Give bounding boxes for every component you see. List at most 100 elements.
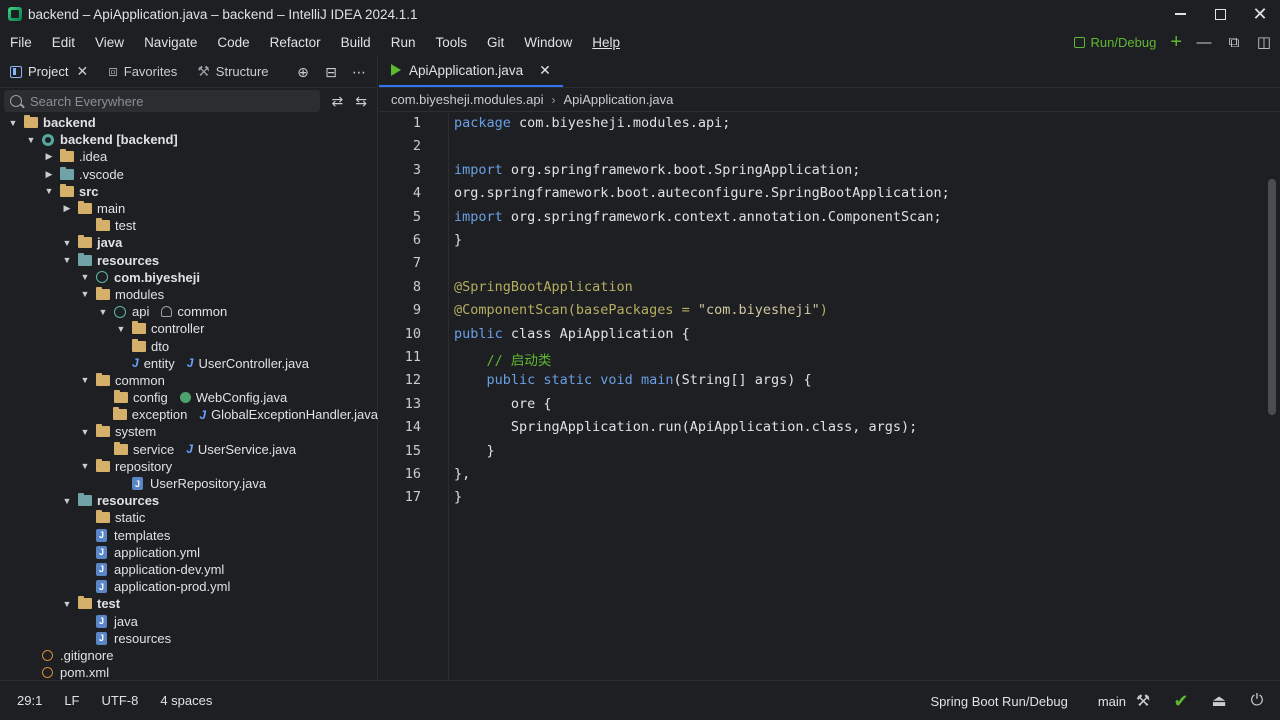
tree-item[interactable]: ▶JUserRepository.java [0,475,378,492]
hammer-icon[interactable]: ⚒ [1134,691,1152,711]
chevron-down-icon[interactable]: ▼ [62,255,72,265]
menu-view[interactable]: View [85,28,134,56]
tree-item[interactable]: ▶JentityJUserController.java [0,355,378,372]
tree-item[interactable]: ▶exceptionJGlobalExceptionHandler.java [0,406,378,423]
tree-item[interactable]: ▼ repository [0,458,378,475]
minimize-panel-icon[interactable]: — [1196,34,1212,51]
git-branch[interactable]: main [1098,694,1126,709]
run-config-status[interactable]: Spring Boot Run/Debug [931,694,1068,709]
menu-tools[interactable]: Tools [425,28,477,56]
tree-item[interactable]: ▶pom.xml [0,664,378,681]
tree-item[interactable]: ▼ resources [0,252,378,269]
minimize-button[interactable] [1160,0,1200,28]
menu-navigate[interactable]: Navigate [134,28,207,56]
menu-file[interactable]: File [0,28,42,56]
code-editor[interactable]: 1 2 3 4 5 6 7 8 9 10 11 12 13 14 15 16 17 package com.bi… [379,113,1280,680]
chevron-down-icon[interactable]: ▼ [8,118,18,128]
tree-item[interactable]: ▶serviceJUserService.java [0,441,378,458]
menu-help[interactable]: Help [582,28,630,56]
maximize-button[interactable] [1200,0,1240,28]
chevron-down-icon[interactable]: ▼ [80,272,90,282]
menu-edit[interactable]: Edit [42,28,85,56]
tree-item[interactable]: ▶Jtemplates [0,527,378,544]
tree-item[interactable]: ▼ controller [0,320,378,337]
tree-item-extra[interactable]: common [161,304,227,319]
tree-item-extra[interactable]: WebConfig.java [179,390,287,405]
run-debug-button[interactable]: Run/Debug [1073,35,1156,50]
search-box[interactable] [4,90,320,112]
file-encoding[interactable]: UTF-8 [101,693,138,708]
menu-code[interactable]: Code [207,28,259,56]
filter-icon[interactable]: ⇆ [355,93,367,110]
tree-item[interactable]: ▶ .vscode [0,166,378,183]
chevron-down-icon[interactable]: ▼ [26,135,36,145]
tree-item[interactable]: ▶Jjava [0,612,378,629]
chevron-down-icon[interactable]: ▼ [62,496,72,506]
chevron-down-icon[interactable]: ▼ [80,461,90,471]
chevron-down-icon[interactable]: ▼ [80,375,90,385]
tree-item[interactable]: ▼ src [0,183,378,200]
chevron-down-icon[interactable]: ▼ [44,186,54,196]
menu-refactor[interactable]: Refactor [260,28,331,56]
more-options-icon[interactable]: ⋯ [351,64,367,81]
tree-item[interactable]: ▼ backend [0,114,378,131]
tree-item[interactable]: ▼ com.biyesheji [0,269,378,286]
caret-position[interactable]: 29:1 [17,693,42,708]
breadcrumb-file[interactable]: ApiApplication.java [563,92,673,107]
notifications-icon[interactable]: ⏏ [1210,691,1228,711]
power-icon[interactable]: ⏻ [1248,692,1266,710]
tree-item-extra[interactable]: J GlobalExceptionHandler.java [199,407,378,422]
tab-project[interactable]: Project ✕ [0,56,98,88]
chevron-down-icon[interactable]: ▼ [62,238,72,248]
chevron-down-icon[interactable]: ▼ [116,324,126,334]
close-window-button[interactable]: ✕ [1240,0,1280,28]
chevron-down-icon[interactable]: ▼ [62,599,72,609]
collapse-all-icon[interactable]: ⊟ [323,64,339,81]
tree-item[interactable]: ▶Japplication-dev.yml [0,561,378,578]
tree-item[interactable]: ▶test [0,217,378,234]
tab-favorites[interactable]: ⧈ Favorites [98,56,187,88]
tree-item[interactable]: ▶dto [0,337,378,354]
tree-item[interactable]: ▼ java [0,234,378,251]
chevron-right-icon[interactable]: ▶ [44,169,54,179]
expand-all-icon[interactable]: ⊕ [295,64,311,81]
tree-item[interactable]: ▼ test [0,595,378,612]
split-view-icon[interactable]: ◫ [1256,33,1272,51]
checkmark-icon[interactable]: ✔ [1172,691,1190,712]
menu-window[interactable]: Window [514,28,582,56]
line-ending[interactable]: LF [64,693,79,708]
breadcrumb-package[interactable]: com.biyesheji.modules.api [391,92,543,107]
tree-item[interactable]: ▶.gitignore [0,647,378,664]
tree-item[interactable]: ▶ .idea [0,148,378,165]
tree-item[interactable]: ▶Jresources [0,630,378,647]
vertical-scrollbar[interactable] [1268,179,1276,415]
tab-structure[interactable]: ⚒ Structure [187,56,278,88]
tree-item[interactable]: ▶static [0,509,378,526]
tree-item[interactable]: ▶configWebConfig.java [0,389,378,406]
search-input[interactable] [30,93,300,109]
chevron-right-icon[interactable]: ▶ [62,203,72,214]
tree-item[interactable]: ▶ main [0,200,378,217]
indent-setting[interactable]: 4 spaces [160,693,212,708]
tree-item[interactable]: ▼ modules [0,286,378,303]
menu-git[interactable]: Git [477,28,514,56]
add-icon[interactable]: + [1170,32,1182,52]
tree-item[interactable]: ▶Japplication-prod.yml [0,578,378,595]
close-tab-icon[interactable]: ✕ [76,63,88,80]
tree-item[interactable]: ▼ resources [0,492,378,509]
tree-item[interactable]: ▶Japplication.yml [0,544,378,561]
chevron-right-icon[interactable]: ▶ [44,151,54,162]
menu-build[interactable]: Build [331,28,381,56]
sync-icon[interactable]: ⇄ [332,93,344,110]
menu-run[interactable]: Run [381,28,426,56]
tree-item[interactable]: ▼ system [0,423,378,440]
tree-item[interactable]: ▼ api common [0,303,378,320]
chevron-down-icon[interactable]: ▼ [80,289,90,299]
tree-item[interactable]: ▼ common [0,372,378,389]
tree-item-extra[interactable]: J UserController.java [187,356,309,371]
tree-item[interactable]: ▼ backend [backend] [0,131,378,148]
close-tab-icon[interactable]: ✕ [539,62,551,79]
chevron-down-icon[interactable]: ▼ [80,427,90,437]
chevron-down-icon[interactable]: ▼ [98,307,108,317]
tree-item-extra[interactable]: J UserService.java [186,442,296,457]
